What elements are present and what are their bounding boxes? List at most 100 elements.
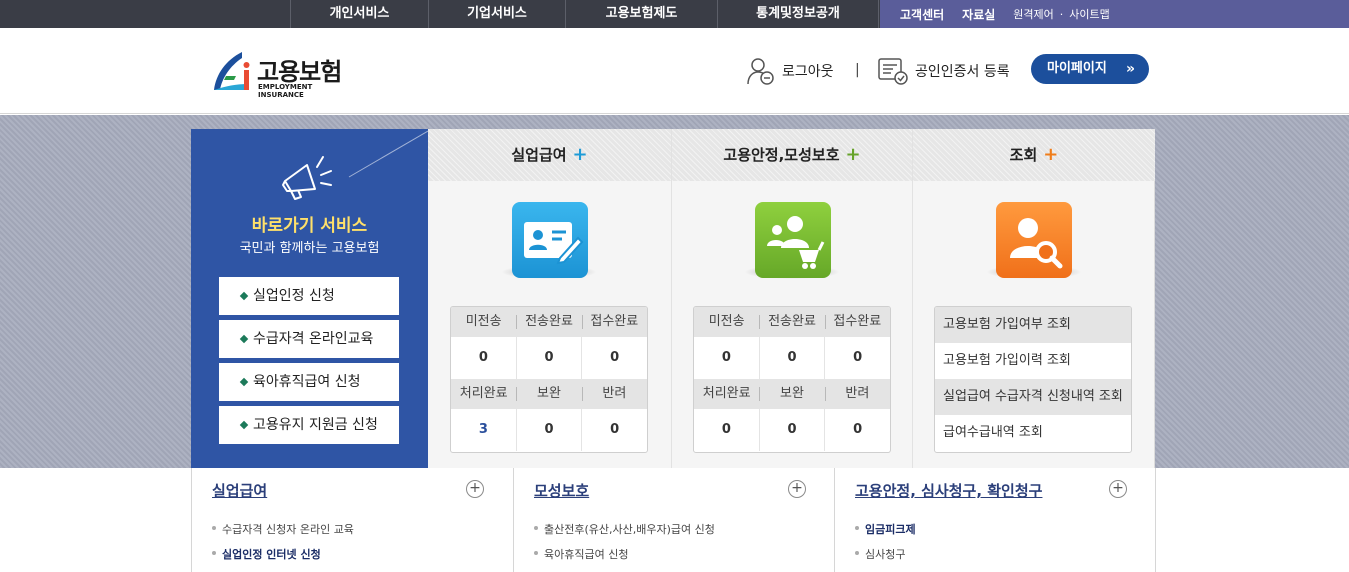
section-maternity-protection: 모성보호 + 출산전후(유산,사산,배우자)급여 신청 육아휴직급여 신청 [513, 468, 834, 572]
panel-title-lookup[interactable]: 조회 + [913, 129, 1155, 181]
section-link[interactable]: 수급자격 신청자 온라인 교육 [212, 521, 354, 537]
plus-icon: + [845, 144, 861, 165]
shortcut-button-label: 육아휴직급여 신청 [253, 374, 361, 390]
customer-center-link[interactable]: 고객센터 [900, 6, 944, 23]
menu-business-service[interactable]: 기업서비스 [428, 0, 565, 28]
panel-title-unemployment-benefit[interactable]: 실업급여 + [428, 129, 671, 181]
site-header: 고용보험 EMPLOYMENT INSURANCE 로그아웃 | 공인인증서 등… [0, 28, 1349, 114]
section-link[interactable]: 실업인정 인터넷 신청 [212, 546, 321, 562]
status-header-row: 미전송 전송완료 접수완료 [451, 307, 647, 337]
section-link[interactable]: 심사청구 [855, 546, 905, 562]
main-menu: 개인서비스 기업서비스 고용보험제도 통계및정보공개 [290, 0, 879, 28]
logo-subtext: EMPLOYMENT INSURANCE [258, 83, 313, 99]
section-title[interactable]: 모성보호 [534, 480, 589, 501]
status-header-cell: 반려 [581, 379, 647, 409]
status-value-row: 3 0 0 [451, 409, 647, 451]
sitemap-link[interactable]: 사이트맵 [1069, 6, 1109, 22]
plus-circle-icon[interactable]: + [1109, 480, 1127, 498]
family-stroller-icon[interactable] [755, 202, 831, 278]
status-count-processed[interactable]: 0 [694, 409, 759, 451]
section-link[interactable]: 출산전후(유산,사산,배우자)급여 신청 [534, 521, 715, 537]
menu-insurance-system[interactable]: 고용보험제도 [565, 0, 717, 28]
section-link[interactable]: 임금피크제 [855, 521, 916, 537]
service-panels: 실업급여 + 미전송 전송완료 접수완료 0 0 0 처리완료 보완 반려 3 … [428, 129, 1155, 469]
panel-title-employment-stability[interactable]: 고용안정,모성보호 + [672, 129, 912, 181]
status-table-unemployment: 미전송 전송완료 접수완료 0 0 0 처리완료 보완 반려 3 0 0 [450, 306, 648, 453]
shortcut-service-box: 바로가기 서비스 국민과 함께하는 고용보험 실업인정 신청 수급자격 온라인교… [191, 129, 428, 469]
status-header-cell: 전송완료 [516, 307, 581, 337]
status-header-cell: 접수완료 [581, 307, 647, 337]
lookup-insurance-history[interactable]: 고용보험 가입이력 조회 [935, 343, 1131, 379]
status-header-cell: 미전송 [708, 314, 745, 329]
status-count-received[interactable]: 0 [581, 337, 647, 379]
status-header-row: 처리완료 보완 반려 [451, 379, 647, 409]
status-count-processed[interactable]: 3 [451, 409, 516, 451]
status-header-cell: 처리완료 [702, 386, 751, 401]
status-header-cell: 처리완료 [459, 386, 508, 401]
plus-icon: + [572, 144, 588, 165]
status-value-row: 0 0 0 [451, 337, 647, 379]
status-value-row: 0 0 0 [694, 409, 890, 451]
status-header-cell: 보완 [516, 379, 581, 409]
site-logo[interactable]: 고용보험 EMPLOYMENT INSURANCE [212, 50, 352, 99]
utility-menu: 고객센터 자료실 원격제어 · 사이트맵 [880, 0, 1349, 28]
status-count-supplement[interactable]: 0 [758, 409, 825, 451]
user-search-glyph [1010, 218, 1063, 269]
logo-text: 고용보험 [257, 58, 342, 86]
bottom-sections: 실업급여 + 수급자격 신청자 온라인 교육 실업인정 인터넷 신청 모성보호 … [191, 468, 1156, 572]
plus-icon: + [1043, 144, 1059, 165]
lookup-insurance-membership[interactable]: 고용보험 가입여부 조회 [935, 307, 1131, 343]
family-stroller-glyph [767, 216, 825, 269]
status-count-sent[interactable]: 0 [515, 337, 582, 379]
archive-link[interactable]: 자료실 [962, 6, 995, 23]
shortcut-title: 바로가기 서비스 [251, 216, 368, 236]
status-header-row: 처리완료 보완 반려 [694, 379, 890, 409]
id-card-edit-icon[interactable] [512, 202, 588, 278]
status-value-row: 0 0 0 [694, 337, 890, 379]
certificate-check-icon [878, 58, 908, 85]
status-count-rejected[interactable]: 0 [581, 409, 647, 451]
status-header-cell: 전송완료 [759, 307, 824, 337]
shortcut-button-label: 실업인정 신청 [253, 288, 335, 304]
status-header-cell: 접수완료 [824, 307, 890, 337]
megaphone-icon [282, 156, 332, 200]
section-employment-stability-appeals: 고용안정, 심사청구, 확인청구 + 임금피크제 심사청구 [834, 468, 1155, 572]
diamond-bullet-icon [239, 291, 249, 301]
section-unemployment-benefit: 실업급여 + 수급자격 신청자 온라인 교육 실업인정 인터넷 신청 [192, 468, 513, 572]
shortcut-parental-leave-button[interactable]: 육아휴직급여 신청 [219, 363, 399, 401]
shortcut-button-label: 수급자격 온라인교육 [253, 331, 374, 347]
status-header-cell: 보완 [759, 379, 824, 409]
status-count-supplement[interactable]: 0 [515, 409, 582, 451]
user-search-icon[interactable] [996, 202, 1072, 278]
section-link[interactable]: 육아휴직급여 신청 [534, 546, 628, 562]
plus-circle-icon[interactable]: + [788, 480, 806, 498]
panel-unemployment-benefit: 실업급여 + 미전송 전송완료 접수완료 0 0 0 처리완료 보완 반려 3 … [428, 129, 671, 469]
status-count-sent[interactable]: 0 [758, 337, 825, 379]
mypage-button[interactable]: 마이페이지 » [1031, 54, 1149, 84]
lookup-benefit-qualification[interactable]: 실업급여 수급자격 신청내역 조회 [935, 379, 1131, 415]
logout-link[interactable]: 로그아웃 [746, 56, 834, 86]
shortcut-button-label: 고용유지 지원금 신청 [253, 417, 378, 433]
lookup-benefit-payment-history[interactable]: 급여수급내역 조회 [935, 415, 1131, 451]
diamond-bullet-icon [239, 420, 249, 430]
status-table-employment-stability: 미전송 전송완료 접수완료 0 0 0 처리완료 보완 반려 0 0 0 [693, 306, 891, 453]
shortcut-online-education-button[interactable]: 수급자격 온라인교육 [219, 320, 399, 358]
panel-title-label: 실업급여 [511, 146, 567, 164]
status-count-unsent[interactable]: 0 [451, 337, 516, 379]
id-card-edit-glyph [524, 222, 584, 265]
shortcut-unemployment-recognition-button[interactable]: 실업인정 신청 [219, 277, 399, 315]
status-count-rejected[interactable]: 0 [824, 409, 890, 451]
section-title[interactable]: 실업급여 [212, 480, 267, 501]
menu-personal-service[interactable]: 개인서비스 [290, 0, 428, 28]
shortcut-employment-retention-button[interactable]: 고용유지 지원금 신청 [219, 406, 399, 444]
section-title[interactable]: 고용안정, 심사청구, 확인청구 [855, 480, 1042, 501]
status-header-cell: 미전송 [465, 314, 502, 329]
menu-statistics[interactable]: 통계및정보공개 [717, 0, 879, 28]
status-count-unsent[interactable]: 0 [694, 337, 759, 379]
remote-control-link[interactable]: 원격제어 [1013, 6, 1053, 22]
shortcut-subtitle: 국민과 함께하는 고용보험 [239, 241, 380, 256]
status-count-received[interactable]: 0 [824, 337, 890, 379]
cert-register-link[interactable]: 공인인증서 등록 [877, 56, 1010, 86]
plus-circle-icon[interactable]: + [466, 480, 484, 498]
mypage-label: 마이페이지 [1047, 61, 1107, 76]
